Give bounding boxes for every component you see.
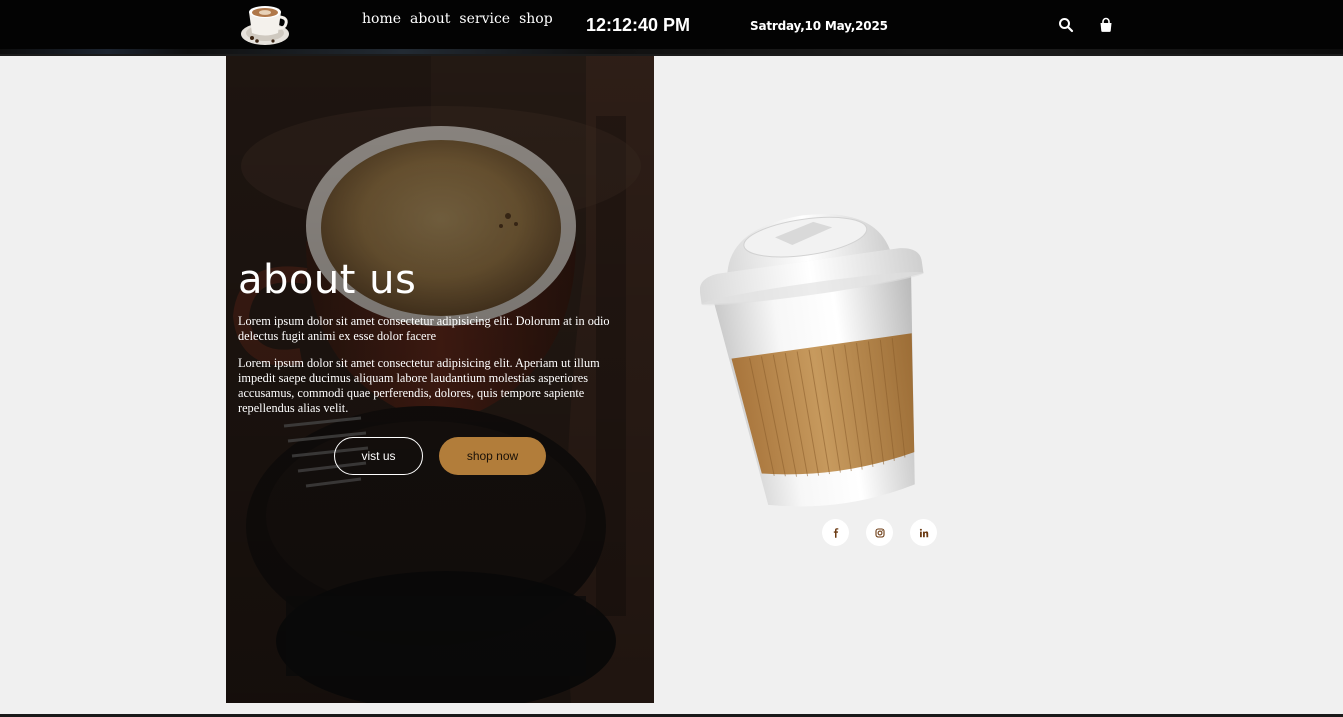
facebook-icon	[833, 527, 838, 538]
page-title: about us	[238, 257, 417, 303]
nav-home[interactable]: home	[362, 11, 401, 27]
nav-about[interactable]: about	[410, 11, 450, 27]
about-hero: about us Lorem ipsum dolor sit amet cons…	[226, 56, 654, 703]
takeaway-coffee-cup-image	[700, 214, 924, 507]
shop-now-button[interactable]: shop now	[439, 437, 546, 475]
facebook-button[interactable]	[822, 519, 849, 546]
search-icon[interactable]	[1058, 17, 1074, 33]
coffee-cup-logo-icon[interactable]	[238, 0, 292, 48]
date-display: Satrday,10 May,2025	[750, 19, 888, 33]
hero-paragraph-2: Lorem ipsum dolor sit amet consectetur a…	[238, 356, 600, 415]
linkedin-icon	[919, 528, 928, 537]
hero-paragraph-1: Lorem ipsum dolor sit amet consectetur a…	[238, 314, 610, 343]
visit-us-button[interactable]: vist us	[334, 437, 423, 475]
nav-shop[interactable]: shop	[519, 11, 553, 27]
clock: 12:12:40 PM	[586, 15, 691, 35]
hero-text-block: about us Lorem ipsum dolor sit amet cons…	[238, 256, 638, 416]
instagram-icon	[874, 527, 885, 538]
nav-service[interactable]: service	[459, 11, 510, 27]
main-nav: home about service shop	[362, 11, 553, 27]
linkedin-button[interactable]	[910, 519, 937, 546]
top-navbar: home about service shop 12:12:40 PM Satr…	[0, 0, 1343, 56]
instagram-button[interactable]	[866, 519, 893, 546]
shopping-bag-icon[interactable]	[1098, 17, 1114, 33]
